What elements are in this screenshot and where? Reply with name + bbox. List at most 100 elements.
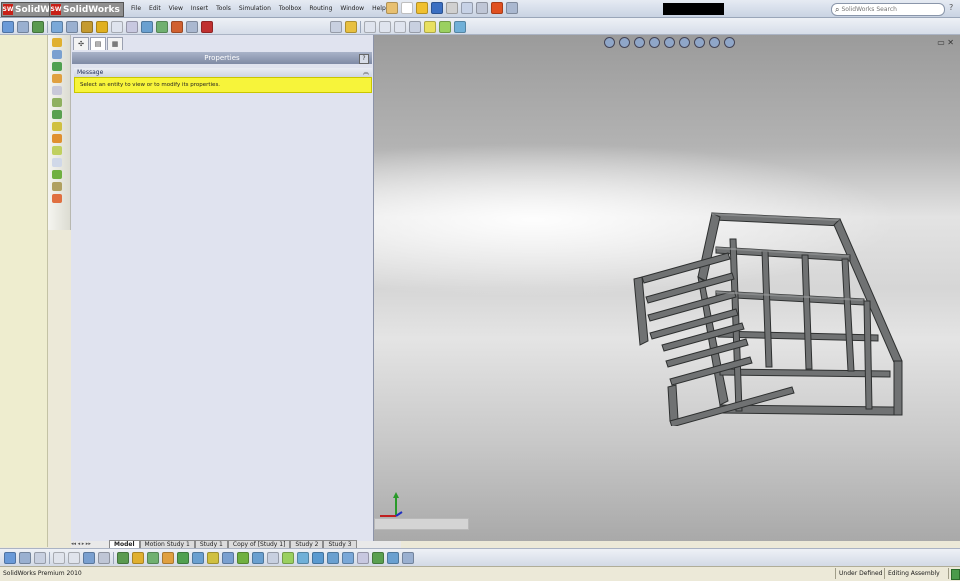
tab-study-3[interactable]: Study 3 — [323, 540, 357, 548]
jog-icon[interactable] — [267, 552, 279, 564]
weldment-structural-icon[interactable] — [117, 552, 129, 564]
sketch-plane-icon[interactable] — [379, 21, 391, 33]
measure-icon[interactable] — [141, 21, 153, 33]
pattern-icon[interactable] — [409, 21, 421, 33]
insert-bends-icon[interactable] — [372, 552, 384, 564]
sketch-tools-icon[interactable] — [34, 552, 46, 564]
closed-corner-icon[interactable] — [297, 552, 309, 564]
hide-show-items-icon[interactable] — [694, 37, 705, 48]
menu-view[interactable]: View — [165, 3, 187, 15]
edit-component-icon[interactable] — [330, 21, 342, 33]
undo-icon[interactable] — [461, 2, 473, 14]
filter-icon[interactable] — [53, 552, 65, 564]
tab-motion-study-1[interactable]: Motion Study 1 — [139, 540, 195, 548]
edit-appearance-icon[interactable] — [709, 37, 720, 48]
menu-toolbox[interactable]: Toolbox — [275, 3, 306, 15]
move-component-icon[interactable] — [96, 21, 108, 33]
mold-tools-icon[interactable] — [402, 552, 414, 564]
help-button[interactable]: ? — [359, 54, 369, 64]
select-arrow-icon[interactable] — [476, 2, 488, 14]
simulation-icon[interactable] — [454, 21, 466, 33]
rip-icon[interactable] — [357, 552, 369, 564]
menu-simulation[interactable]: Simulation — [235, 3, 275, 15]
graphics-area[interactable]: ▭ ✕ — [374, 35, 960, 541]
menu-window[interactable]: Window — [336, 3, 368, 15]
hem-icon[interactable] — [252, 552, 264, 564]
menu-tools[interactable]: Tools — [212, 3, 235, 15]
stop-icon[interactable] — [201, 21, 213, 33]
curves-icon[interactable] — [52, 158, 62, 167]
solidworks-logo[interactable]: SW SolidWorks — [49, 2, 124, 17]
view-orientation-icon[interactable] — [664, 37, 675, 48]
zoom-to-area-icon[interactable] — [619, 37, 630, 48]
pin-icon[interactable] — [386, 2, 398, 14]
unfold-icon[interactable] — [327, 552, 339, 564]
apply-scene-icon[interactable] — [724, 37, 735, 48]
save-icon[interactable] — [431, 2, 443, 14]
hide-show-icon[interactable] — [186, 21, 198, 33]
end-cap-icon[interactable] — [147, 552, 159, 564]
mate-icon[interactable] — [51, 21, 63, 33]
cut-list-icon[interactable] — [192, 552, 204, 564]
sheet-metal-icon[interactable] — [52, 194, 62, 203]
rebuild-status-icon[interactable] — [951, 569, 960, 580]
tab-navigation-arrows[interactable]: ◂◂ ◂ ▸ ▸▸ — [71, 541, 109, 548]
feature-manager-tab[interactable]: ✣ — [73, 37, 89, 50]
viewport-restore-icon[interactable]: ▭ ✕ — [937, 38, 954, 47]
options-icon[interactable] — [506, 2, 518, 14]
flatten-icon[interactable] — [312, 552, 324, 564]
menu-file[interactable]: File — [127, 3, 145, 15]
fillet-icon[interactable] — [52, 86, 62, 95]
collapse-icon[interactable]: ︽ — [363, 68, 369, 77]
new-document-icon[interactable] — [401, 2, 413, 14]
tab-study-2[interactable]: Study 2 — [290, 540, 324, 548]
mirror-icon[interactable] — [394, 21, 406, 33]
tab-study-1[interactable]: Study 1 — [194, 540, 228, 548]
sketched-bend-icon[interactable] — [282, 552, 294, 564]
help-icon[interactable]: ? — [949, 3, 953, 12]
print-icon[interactable] — [446, 2, 458, 14]
traffic-light-icon[interactable] — [491, 2, 503, 14]
configuration-manager-tab[interactable]: ▦ — [107, 37, 123, 50]
hole-wizard-icon[interactable] — [52, 146, 62, 155]
rotate-component-icon[interactable] — [111, 21, 123, 33]
section-view-icon[interactable] — [649, 37, 660, 48]
sketch-icon[interactable] — [2, 21, 14, 33]
forming-tool-icon[interactable] — [387, 552, 399, 564]
open-folder-icon[interactable] — [416, 2, 428, 14]
menu-routing[interactable]: Routing — [305, 3, 336, 15]
sigma-icon[interactable] — [126, 21, 138, 33]
trim-extend-icon[interactable] — [132, 552, 144, 564]
tab-model[interactable]: Model — [109, 540, 140, 548]
frame-assembly-model[interactable] — [632, 211, 922, 426]
interference-icon[interactable] — [171, 21, 183, 33]
fillet-bead-icon[interactable] — [177, 552, 189, 564]
message-group-header[interactable]: Message ︽ — [74, 68, 372, 77]
sweep-icon[interactable] — [52, 62, 62, 71]
smart-fastener-icon[interactable] — [424, 21, 436, 33]
reference-geometry-icon[interactable] — [364, 21, 376, 33]
instant3d-icon[interactable] — [52, 170, 62, 179]
draft-icon[interactable] — [52, 134, 62, 143]
display-style-icon[interactable] — [679, 37, 690, 48]
feature-icon[interactable] — [32, 21, 44, 33]
horizontal-scrollbar[interactable] — [374, 518, 469, 530]
select-box-icon[interactable] — [98, 552, 110, 564]
chamfer-icon[interactable] — [52, 98, 62, 107]
weldment-icon[interactable] — [52, 182, 62, 191]
gusset-icon[interactable] — [162, 552, 174, 564]
search-input[interactable] — [841, 6, 938, 13]
smart-dimension-icon[interactable] — [17, 21, 29, 33]
miter-flange-icon[interactable] — [237, 552, 249, 564]
sheet-metal-base-icon[interactable] — [207, 552, 219, 564]
extrude-icon[interactable] — [52, 38, 62, 47]
previous-view-icon[interactable] — [634, 37, 645, 48]
search-box[interactable]: ⌕ — [831, 3, 945, 16]
menu-edit[interactable]: Edit — [145, 3, 165, 15]
explode-icon[interactable] — [156, 21, 168, 33]
zoom-to-fit-icon[interactable] — [604, 37, 615, 48]
tab-copy-of-study-1[interactable]: Copy of [Study 1] — [227, 540, 291, 548]
loft-icon[interactable] — [52, 74, 62, 83]
weld-bead-icon[interactable] — [439, 21, 451, 33]
solidworks-logo-small[interactable]: SW SolidW — [1, 2, 55, 17]
